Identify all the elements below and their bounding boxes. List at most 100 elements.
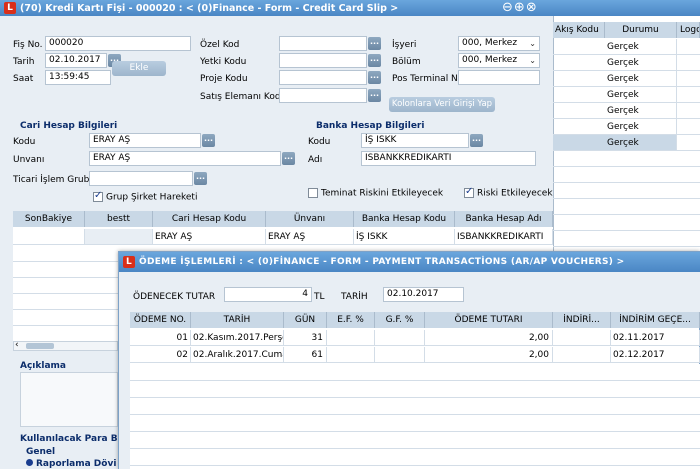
dialog-row2-indirim-gece[interactable]: 02.12.2017 — [611, 347, 700, 363]
dialog-header-indirim-gece[interactable]: İNDİRİM GEÇE... — [611, 312, 700, 328]
dialog-row2-tarih[interactable]: 02.Aralık.2017.Cumart — [191, 347, 284, 363]
dialog-row1-indirim[interactable] — [553, 330, 611, 346]
pos-terminal-field[interactable] — [458, 70, 540, 85]
dialog-row1-gun[interactable]: 31 — [284, 330, 327, 346]
dialog-row1-odeme-tutari[interactable]: 2,00 — [425, 330, 553, 346]
grid-header-banka-adi[interactable]: Banka Hesap Adı — [455, 211, 553, 227]
raporlama-dovizi-radio[interactable]: Raporlama Dövi — [26, 459, 116, 469]
right-row-status[interactable]: Gerçek — [605, 71, 677, 87]
dialog-row2-gun[interactable]: 61 — [284, 347, 327, 363]
banka-kodu-field[interactable]: İŞ ISKK — [361, 133, 469, 148]
dialog-row2-gf[interactable] — [375, 347, 425, 363]
grid-header-cari-kodu[interactable]: Cari Hesap Kodu — [153, 211, 266, 227]
cari-kodu-label: Kodu — [13, 137, 36, 147]
tarih-field[interactable]: 02.10.2017 — [45, 53, 107, 68]
aciklama-textarea[interactable] — [20, 372, 118, 427]
proje-kodu-lookup-button[interactable]: ... — [368, 71, 381, 84]
dialog-row1-odeme-no[interactable]: 01 — [130, 330, 191, 346]
dialog-row2-odeme-no[interactable]: 02 — [130, 347, 191, 363]
right-header-akis-kodu[interactable]: Akış Kodu — [553, 22, 605, 38]
right-row-status[interactable]: Gerçek — [605, 87, 677, 103]
isyeri-label: İşyeri — [392, 40, 417, 50]
dialog-header-tarih[interactable]: TARİH — [191, 312, 284, 328]
scroll-left-icon[interactable]: ‹ — [15, 340, 19, 350]
ticari-islem-field[interactable] — [89, 171, 193, 186]
isyeri-select[interactable]: 000, Merkez ⌄ — [458, 36, 540, 51]
grid-cell-banka-adi[interactable]: ISBANKKREDIKARTI — [455, 229, 553, 245]
grid-header-sonbakiye[interactable]: SonBakiye — [13, 211, 85, 227]
right-header-durumu[interactable]: Durumu — [605, 22, 677, 38]
riski-label: Riski Etkileyecek — [477, 188, 553, 199]
yetki-kodu-field[interactable] — [279, 53, 367, 68]
saat-field[interactable]: 13:59:45 — [45, 70, 111, 85]
ticari-islem-label: Ticari İşlem Grubu — [13, 175, 96, 185]
yetki-kodu-lookup-button[interactable]: ... — [368, 54, 381, 67]
maximize-icon[interactable]: ⊕ — [514, 0, 526, 15]
dialog-row1-gf[interactable] — [375, 330, 425, 346]
satis-elemani-field[interactable] — [279, 88, 367, 103]
kolonlara-veri-button[interactable]: Kolonlara Veri Girişi Yap — [389, 97, 495, 112]
saat-label: Saat — [13, 74, 34, 84]
banka-adi-field[interactable]: ISBANKKREDIKARTI — [361, 151, 536, 166]
grid-cell-bestt[interactable] — [85, 229, 153, 245]
close-icon[interactable]: ⊗ — [526, 0, 538, 15]
grid-header-bestt[interactable]: bestt — [85, 211, 153, 227]
proje-kodu-field[interactable] — [279, 70, 367, 85]
dialog-row1-tarih[interactable]: 02.Kasım.2017.Perşem — [191, 330, 284, 346]
checkbox-unchecked-icon — [308, 188, 318, 198]
dialog-row1-indirim-gece[interactable]: 02.11.2017 — [611, 330, 700, 346]
grid-header-unvan[interactable]: Ünvanı — [266, 211, 354, 227]
scrollbar-thumb[interactable] — [26, 343, 54, 349]
cari-unvan-field[interactable]: ERAY AŞ — [89, 151, 281, 166]
grid-horizontal-scrollbar[interactable]: ‹ — [13, 340, 118, 351]
ozel-kod-lookup-button[interactable]: ... — [368, 37, 381, 50]
dialog-tarih-field[interactable]: 02.10.2017 — [383, 287, 464, 302]
chevron-down-icon: ⌄ — [529, 39, 536, 48]
satis-elemani-lookup-button[interactable]: ... — [368, 89, 381, 102]
ticari-islem-lookup-button[interactable]: ... — [194, 172, 207, 185]
banka-kodu-label: Kodu — [308, 137, 331, 147]
window-controls: ⊖⊕⊗ — [502, 0, 538, 16]
dialog-row2-ef[interactable] — [327, 347, 375, 363]
dialog-row1-ef[interactable] — [327, 330, 375, 346]
dialog-header-gun[interactable]: GÜN — [284, 312, 327, 328]
dialog-header-ef[interactable]: E.F. % — [327, 312, 375, 328]
dialog-header-odeme-no[interactable]: ÖDEME NO. — [130, 312, 191, 328]
payment-dialog-titlebar: L ÖDEME İŞLEMLERİ : < (0)FİNANCE - FORM … — [119, 252, 700, 272]
cari-kodu-lookup-button[interactable]: ... — [202, 134, 215, 147]
grid-cell-unvan[interactable]: ERAY AŞ — [266, 229, 354, 245]
dialog-row2-indirim[interactable] — [553, 347, 611, 363]
grup-sirket-checkbox[interactable]: Grup Şirket Hareketi — [93, 190, 197, 203]
right-header-logo[interactable]: Logo — [677, 22, 700, 38]
grid-cell-banka-kodu[interactable]: İŞ ISKK — [354, 229, 455, 245]
minimize-icon[interactable]: ⊖ — [502, 0, 514, 15]
teminat-checkbox[interactable]: Teminat Riskini Etkileyecek — [308, 188, 443, 199]
fis-no-field[interactable]: 000020 — [45, 36, 191, 51]
grid-header-banka-kodu[interactable]: Banka Hesap Kodu — [354, 211, 455, 227]
bolum-label: Bölüm — [392, 57, 421, 67]
dialog-header-odeme-tutari[interactable]: ÖDEME TUTARI — [425, 312, 553, 328]
dialog-row2-odeme-tutari[interactable]: 2,00 — [425, 347, 553, 363]
right-row-status-selected[interactable]: Gerçek — [605, 135, 677, 151]
ekle-button[interactable]: Ekle — [112, 61, 166, 76]
grid-cell-cari-kodu[interactable]: ERAY AŞ — [153, 229, 266, 245]
cari-unvan-lookup-button[interactable]: ... — [282, 152, 295, 165]
riski-checkbox[interactable]: Riski Etkileyecek — [464, 186, 553, 199]
bolum-select[interactable]: 000, Merkez ⌄ — [458, 53, 540, 68]
checkbox-checked-icon — [464, 186, 474, 198]
odenecek-tutar-field[interactable]: 4 — [224, 287, 312, 302]
dialog-header-gf[interactable]: G.F. % — [375, 312, 425, 328]
cari-kodu-field[interactable]: ERAY AŞ — [89, 133, 201, 148]
right-row-status[interactable]: Gerçek — [605, 39, 677, 55]
banka-kodu-lookup-button[interactable]: ... — [470, 134, 483, 147]
right-row-status[interactable]: Gerçek — [605, 119, 677, 135]
grid-cell-sonbakiye[interactable] — [13, 229, 85, 245]
ozel-kod-field[interactable] — [279, 36, 367, 51]
dialog-tarih-label: TARİH — [341, 292, 368, 302]
right-row-status[interactable]: Gerçek — [605, 103, 677, 119]
checkbox-checked-icon — [93, 190, 103, 202]
right-row-status[interactable]: Gerçek — [605, 55, 677, 71]
dialog-grid-left-margin — [119, 312, 130, 469]
dialog-header-indirim[interactable]: İNDİRİ... — [553, 312, 611, 328]
satis-elemani-label: Satış Elemanı Kodu — [200, 92, 287, 102]
